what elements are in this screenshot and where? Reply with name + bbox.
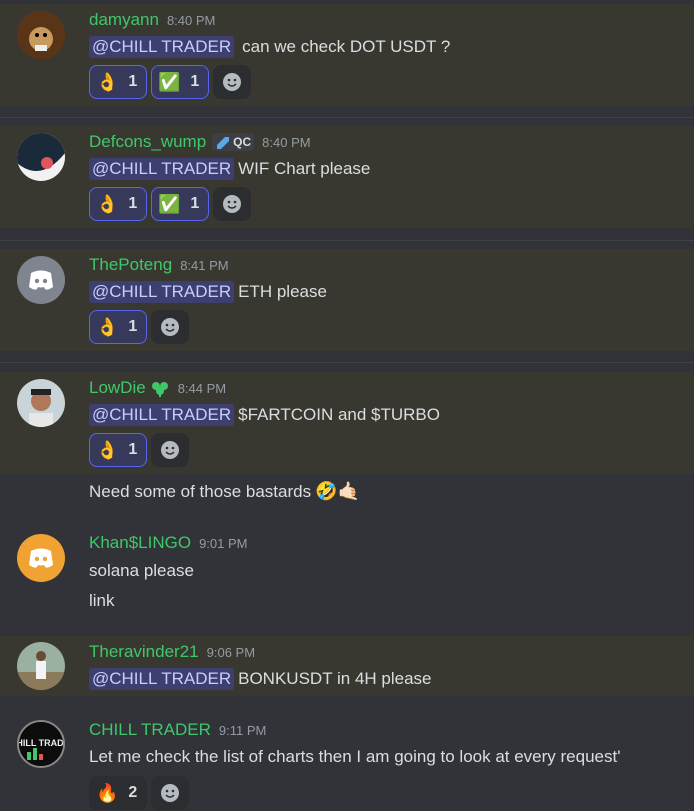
smile-plus-icon: [161, 318, 179, 336]
username[interactable]: ThePoteng: [89, 255, 172, 275]
message-damyann: damyann 8:40 PM @CHILL TRADER can we che…: [0, 4, 694, 106]
timestamp[interactable]: 9:01 PM: [199, 536, 247, 551]
chat-bubble-icon: [217, 137, 230, 149]
mention[interactable]: @CHILL TRADER: [89, 36, 235, 58]
timestamp[interactable]: 9:11 PM: [219, 723, 266, 738]
divider: [0, 362, 694, 363]
avatar[interactable]: [17, 256, 65, 304]
add-reaction-button[interactable]: [213, 65, 251, 99]
smile-plus-icon: [161, 441, 179, 459]
smile-plus-icon: [161, 784, 179, 802]
username[interactable]: LowDie: [89, 378, 146, 398]
ok-hand-icon: 👌: [96, 193, 119, 214]
avatar-text: CHILL TRADER: [19, 738, 65, 748]
message-khan: Khan$LINGO 9:01 PM solana please link: [0, 527, 694, 617]
rofl-shaka-icon: 🤣🤙🏻: [315, 481, 360, 501]
reaction-ok[interactable]: 👌 1: [89, 65, 147, 99]
reaction-count: 1: [128, 441, 138, 458]
reaction-count: 1: [128, 318, 138, 335]
smile-plus-icon: [223, 73, 241, 91]
message-text: solana please: [89, 561, 194, 580]
reaction-check[interactable]: ✅ 1: [151, 187, 209, 221]
ok-hand-icon: 👌: [96, 316, 119, 337]
mention[interactable]: @CHILL TRADER: [89, 668, 235, 690]
reaction-fire[interactable]: 🔥 2: [89, 776, 147, 810]
add-reaction-button[interactable]: [151, 776, 189, 810]
avatar[interactable]: [17, 534, 65, 582]
message-text: WIF Chart please: [238, 159, 371, 178]
discord-logo-icon: [29, 270, 53, 290]
username[interactable]: Theravinder21: [89, 642, 199, 662]
add-reaction-button[interactable]: [151, 310, 189, 344]
reaction-check[interactable]: ✅ 1: [151, 65, 209, 99]
timestamp[interactable]: 8:40 PM: [167, 13, 215, 28]
message-text: link: [89, 591, 115, 610]
tag-label: QC: [233, 135, 252, 149]
avatar[interactable]: [17, 133, 65, 181]
divider: [0, 117, 694, 118]
reaction-count: 1: [128, 73, 138, 90]
avatar[interactable]: [17, 11, 65, 59]
timestamp[interactable]: 8:41 PM: [180, 258, 228, 273]
reaction-ok[interactable]: 👌 1: [89, 187, 147, 221]
check-mark-icon: ✅: [158, 193, 181, 214]
message-theravinder: Theravinder21 9:06 PM @CHILL TRADER BONK…: [0, 636, 694, 696]
message-lowdie: LowDie 8:44 PM @CHILL TRADER $FARTCOIN a…: [0, 372, 694, 474]
discord-logo-icon: [29, 548, 53, 568]
timestamp[interactable]: 9:06 PM: [207, 645, 255, 660]
message-defcons: Defcons_wump QC 8:40 PM @CHILL TRADER WI…: [0, 126, 694, 228]
quality-tag[interactable]: QC: [212, 133, 255, 151]
message-chill-trader: CHILL TRADER CHILL TRADER 9:11 PM Let me…: [0, 714, 694, 811]
chill-trader-logo: CHILL TRADER: [19, 722, 65, 766]
message-thepoteng: ThePoteng 8:41 PM @CHILL TRADER ETH plea…: [0, 249, 694, 351]
timestamp[interactable]: 8:40 PM: [262, 135, 310, 150]
username[interactable]: damyann: [89, 10, 159, 30]
message-followup: Need some of those bastards 🤣🤙🏻: [89, 481, 360, 502]
reaction-count: 1: [128, 195, 138, 212]
username[interactable]: CHILL TRADER: [89, 720, 211, 740]
add-reaction-button[interactable]: [213, 187, 251, 221]
mention[interactable]: @CHILL TRADER: [89, 404, 235, 426]
ok-hand-icon: 👌: [96, 439, 119, 460]
add-reaction-button[interactable]: [151, 433, 189, 467]
message-text: ETH please: [238, 282, 327, 301]
avatar[interactable]: CHILL TRADER: [17, 720, 65, 768]
message-text: can we check DOT USDT ?: [242, 37, 451, 56]
mention[interactable]: @CHILL TRADER: [89, 158, 235, 180]
sprout-icon: [151, 382, 168, 397]
mention[interactable]: @CHILL TRADER: [89, 281, 235, 303]
avatar[interactable]: [17, 642, 65, 690]
reaction-ok[interactable]: 👌 1: [89, 310, 147, 344]
message-text: Need some of those bastards: [89, 481, 312, 501]
check-mark-icon: ✅: [158, 71, 181, 92]
username[interactable]: Khan$LINGO: [89, 533, 191, 553]
reaction-count: 2: [128, 784, 138, 801]
reaction-count: 1: [190, 195, 200, 212]
fire-icon: 🔥: [96, 782, 119, 803]
message-text: Let me check the list of charts then I a…: [89, 747, 621, 766]
reaction-count: 1: [190, 73, 200, 90]
divider: [0, 240, 694, 241]
message-text: $FARTCOIN and $TURBO: [238, 405, 440, 424]
smile-plus-icon: [223, 195, 241, 213]
username[interactable]: Defcons_wump: [89, 132, 206, 152]
avatar[interactable]: [17, 379, 65, 427]
ok-hand-icon: 👌: [96, 71, 119, 92]
message-text: BONKUSDT in 4H please: [238, 669, 432, 688]
timestamp[interactable]: 8:44 PM: [178, 381, 226, 396]
reaction-ok[interactable]: 👌 1: [89, 433, 147, 467]
